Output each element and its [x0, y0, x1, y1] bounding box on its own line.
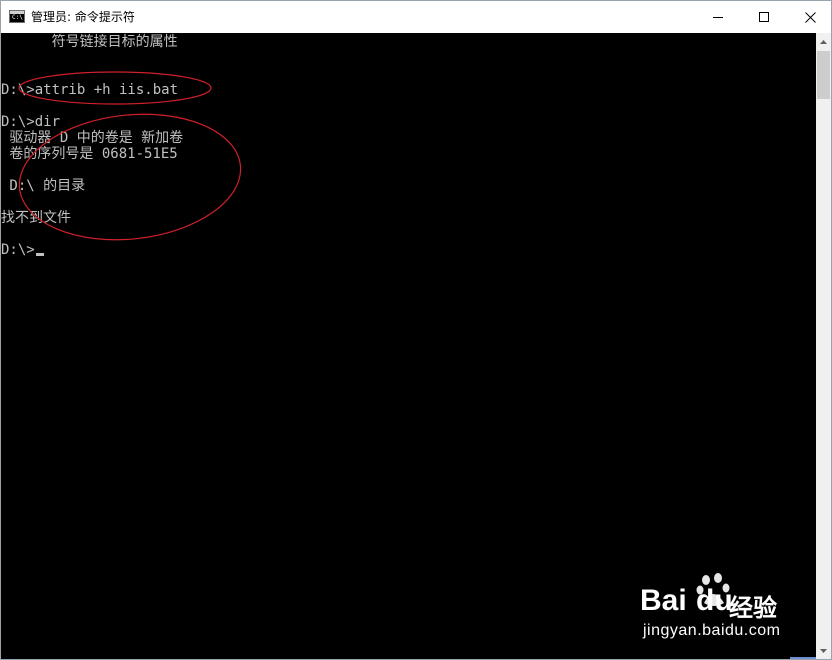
console-prompt-line: D:\> [1, 242, 44, 258]
scroll-thumb[interactable] [817, 51, 830, 99]
window-title: 管理员: 命令提示符 [31, 10, 135, 24]
resize-strip [790, 657, 816, 659]
console-line: D:\>dir [1, 114, 61, 130]
text-cursor [35, 253, 44, 256]
watermark-brand: Bai [640, 584, 687, 617]
title-bar[interactable]: C:\ 管理员: 命令提示符 [1, 1, 831, 33]
console-prompt: D:\> [1, 242, 35, 258]
watermark-brand-cn: 经验 [729, 594, 777, 622]
console-line: D:\ 的目录 [1, 178, 86, 194]
scroll-down-button[interactable] [816, 642, 831, 659]
console-output[interactable]: 符号链接目标的属性 D:\>attrib +h iis.bat D:\>dir … [1, 33, 816, 659]
scroll-up-button[interactable] [816, 33, 831, 50]
minimize-button[interactable] [695, 1, 741, 33]
watermark-url: jingyan.baidu.com [643, 622, 781, 639]
maximize-button[interactable] [741, 1, 787, 33]
minimize-icon [713, 17, 723, 18]
cmd-icon[interactable]: C:\ [9, 10, 25, 23]
console-line: 符号链接目标的属性 [1, 34, 178, 50]
chevron-up-icon [820, 39, 827, 44]
maximize-icon [759, 12, 769, 22]
cmd-window: C:\ 管理员: 命令提示符 符号链接目标的属性 D:\>attrib +h i… [0, 0, 832, 660]
console-line: 找不到文件 [1, 210, 71, 226]
console-line: D:\>attrib +h iis.bat [1, 82, 179, 98]
vertical-scrollbar[interactable] [816, 33, 831, 659]
close-icon [804, 11, 816, 23]
console-line: 驱动器 D 中的卷是 新加卷 [1, 130, 184, 146]
console-line: 卷的序列号是 0681-51E5 [1, 146, 178, 162]
chevron-down-icon [820, 648, 827, 653]
close-button[interactable] [787, 1, 832, 33]
watermark-brand-du: du [696, 584, 733, 617]
